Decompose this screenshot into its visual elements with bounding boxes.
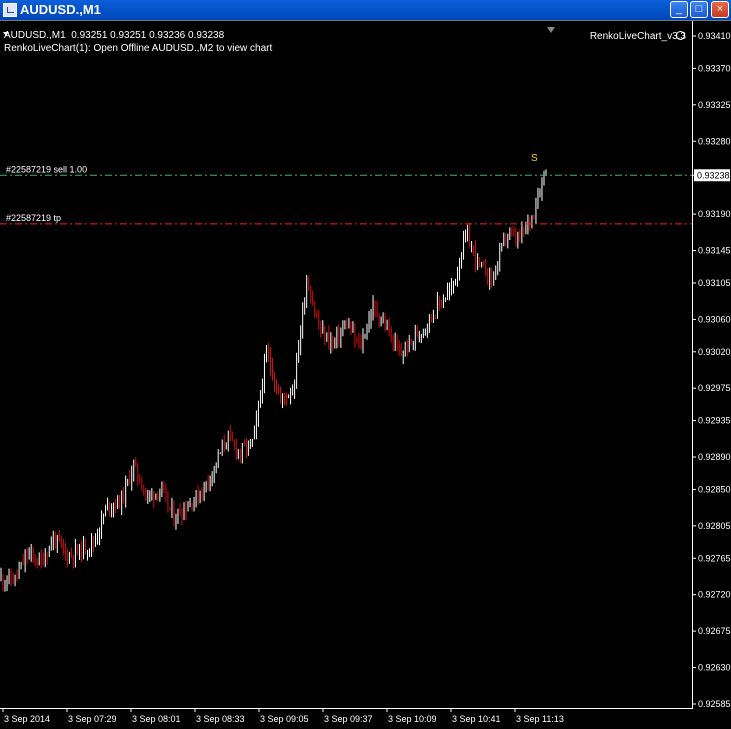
- price-tick-label: 0.93145: [698, 246, 731, 256]
- price-tick-label: 0.93410: [698, 31, 731, 41]
- price-chart[interactable]: #22587219 sell 1.00 #22587219 tp S 0.934…: [0, 21, 731, 729]
- expert-advisor-name: RenkoLiveChart_v3.3: [589, 31, 686, 42]
- price-tick-label: 0.92675: [698, 626, 731, 636]
- time-tick-label: 3 Sep 10:41: [452, 714, 501, 724]
- close-button[interactable]: ×: [711, 1, 729, 18]
- price-tick-label: 0.92975: [698, 383, 731, 393]
- price-tick-label: 0.92850: [698, 484, 731, 494]
- chart-area[interactable]: #22587219 sell 1.00 #22587219 tp S 0.934…: [0, 20, 731, 729]
- price-tick-label: 0.92630: [698, 663, 731, 673]
- maximize-button[interactable]: □: [690, 1, 708, 18]
- time-tick-label: 3 Sep 2014: [4, 714, 50, 724]
- chart-window-icon: [3, 3, 17, 17]
- price-tick-label: 0.92805: [698, 521, 731, 531]
- chart-shift-icon[interactable]: [547, 27, 555, 33]
- time-tick-label: 3 Sep 09:05: [260, 714, 309, 724]
- price-tick-label: 0.93280: [698, 136, 731, 146]
- price-tick-label: 0.92585: [698, 699, 731, 709]
- sell-order-label: #22587219 sell 1.00: [6, 164, 87, 174]
- time-tick-label: 3 Sep 09:37: [324, 714, 373, 724]
- symbol-info-line: AUDUSD.,M1 0.93251 0.93251 0.93236 0.932…: [4, 30, 225, 41]
- sell-signal-marker: S: [531, 153, 538, 164]
- price-tick-label: 0.93060: [698, 314, 731, 324]
- current-price-label: 0.93238: [697, 170, 730, 180]
- minimize-button[interactable]: _: [670, 1, 688, 18]
- price-tick-label: 0.93190: [698, 209, 731, 219]
- price-tick-label: 0.92890: [698, 452, 731, 462]
- price-tick-label: 0.93020: [698, 347, 731, 357]
- price-tick-label: 0.92935: [698, 416, 731, 426]
- price-tick-label: 0.93370: [698, 63, 731, 73]
- price-tick-label: 0.92765: [698, 553, 731, 563]
- price-tick-label: 0.93105: [698, 278, 731, 288]
- expert-message: RenkoLiveChart(1): Open Offline AUDUSD.,…: [4, 43, 273, 54]
- smiley-icon[interactable]: [676, 31, 685, 40]
- price-tick-label: 0.92720: [698, 590, 731, 600]
- time-tick-label: 3 Sep 08:33: [196, 714, 245, 724]
- time-tick-label: 3 Sep 10:09: [388, 714, 437, 724]
- price-tick-label: 0.93325: [698, 100, 731, 110]
- time-tick-label: 3 Sep 11:13: [516, 714, 564, 724]
- window-titlebar: AUDUSD.,M1 _ □ ×: [0, 0, 731, 20]
- window-title: AUDUSD.,M1: [20, 2, 101, 17]
- time-tick-label: 3 Sep 07:29: [68, 714, 117, 724]
- time-tick-label: 3 Sep 08:01: [132, 714, 181, 724]
- take-profit-label: #22587219 tp: [6, 213, 61, 223]
